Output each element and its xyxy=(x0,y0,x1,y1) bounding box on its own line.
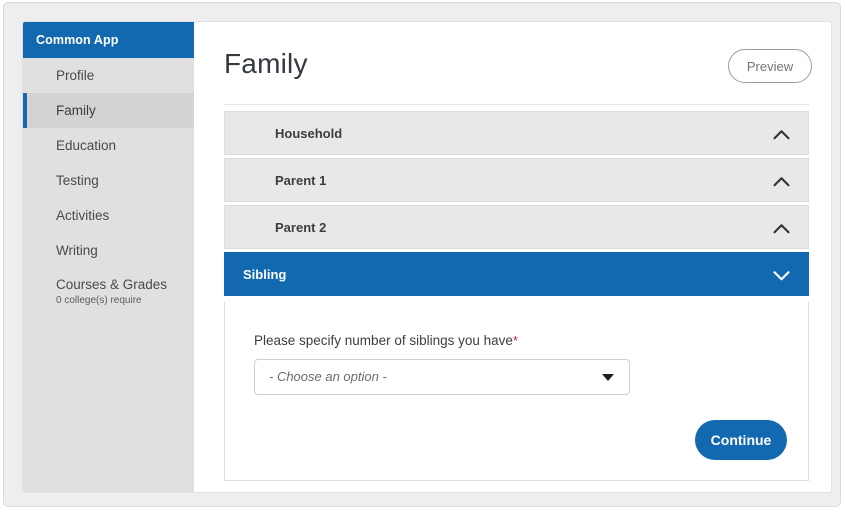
chevron-down-icon[interactable] xyxy=(773,253,790,297)
accordion-header-sibling[interactable]: Sibling xyxy=(224,252,809,296)
sibling-count-select[interactable]: - Choose an option - xyxy=(254,359,630,395)
active-indicator-bar xyxy=(23,93,27,128)
sibling-count-label-text: Please specify number of siblings you ha… xyxy=(254,333,513,348)
sidebar-item-courses-and-grades[interactable]: Courses & Grades 0 college(s) require xyxy=(23,268,194,314)
accordion-header-parent-2[interactable]: Parent 2 xyxy=(224,205,809,249)
sidebar-item-testing[interactable]: Testing xyxy=(23,163,194,198)
sidebar: Common App Profile Family Education Test… xyxy=(23,22,194,493)
sidebar-item-label: Activities xyxy=(56,207,194,224)
accordion-label: Sibling xyxy=(243,253,286,297)
sidebar-item-label: Profile xyxy=(56,67,194,84)
sidebar-item-education[interactable]: Education xyxy=(23,128,194,163)
title-divider xyxy=(224,104,809,105)
sidebar-item-label: Writing xyxy=(56,242,194,259)
main-content: Family Preview Household Parent 1 xyxy=(194,22,832,493)
sidebar-item-label: Testing xyxy=(56,172,194,189)
sibling-count-select-value: - Choose an option - xyxy=(269,360,387,394)
accordion-label: Household xyxy=(275,112,342,156)
sidebar-item-activities[interactable]: Activities xyxy=(23,198,194,233)
accordion-label: Parent 1 xyxy=(275,159,326,203)
sidebar-nav: Profile Family Education Testing Activit… xyxy=(23,58,194,314)
family-accordion: Household Parent 1 xyxy=(224,111,809,296)
chevron-up-icon[interactable] xyxy=(773,206,790,250)
sidebar-item-label: Courses & Grades xyxy=(56,276,194,293)
sidebar-item-family[interactable]: Family xyxy=(23,93,194,128)
sidebar-item-label: Family xyxy=(56,102,194,119)
sibling-form-panel: Please specify number of siblings you ha… xyxy=(224,302,809,481)
continue-button[interactable]: Continue xyxy=(695,420,787,460)
page-title: Family xyxy=(224,48,308,80)
sidebar-brand-header: Common App xyxy=(23,22,194,58)
window-frame: Common App Profile Family Education Test… xyxy=(3,2,841,507)
app-viewport: Common App Profile Family Education Test… xyxy=(22,21,832,493)
accordion-header-household[interactable]: Household xyxy=(224,111,809,155)
sidebar-item-label: Education xyxy=(56,137,194,154)
chevron-up-icon[interactable] xyxy=(773,159,790,203)
required-marker: * xyxy=(513,333,518,348)
preview-button[interactable]: Preview xyxy=(728,49,812,83)
accordion-label: Parent 2 xyxy=(275,206,326,250)
chevron-up-icon[interactable] xyxy=(773,112,790,156)
accordion-header-parent-1[interactable]: Parent 1 xyxy=(224,158,809,202)
chevron-down-icon[interactable] xyxy=(602,374,614,381)
sidebar-item-profile[interactable]: Profile xyxy=(23,58,194,93)
sidebar-item-writing[interactable]: Writing xyxy=(23,233,194,268)
sibling-count-label: Please specify number of siblings you ha… xyxy=(254,333,518,348)
sidebar-item-sublabel: 0 college(s) require xyxy=(56,294,194,307)
